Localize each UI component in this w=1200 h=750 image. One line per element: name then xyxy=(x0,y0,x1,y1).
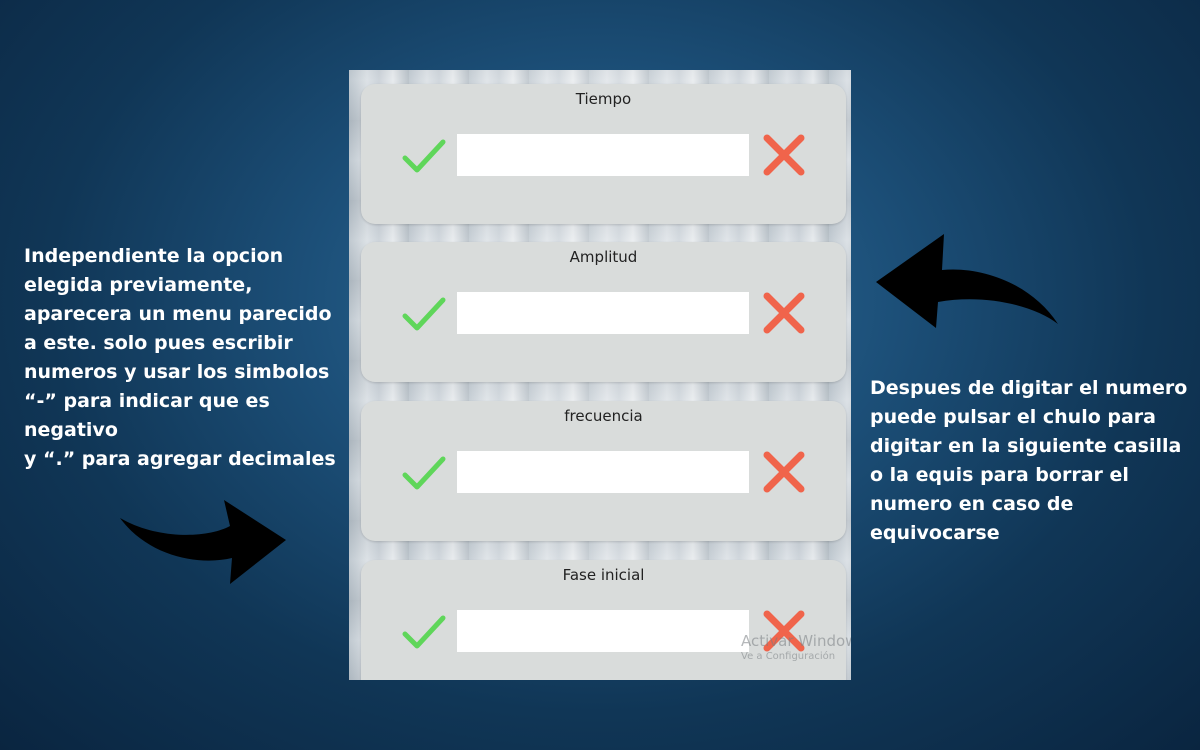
curved-arrow-right-icon xyxy=(120,500,286,584)
close-icon[interactable] xyxy=(761,132,807,178)
input-card-fase-inicial: Fase inicial xyxy=(361,560,846,680)
amplitud-input[interactable] xyxy=(457,292,749,334)
close-icon[interactable] xyxy=(761,290,807,336)
input-card-frecuencia: frecuencia xyxy=(361,401,846,541)
watermark-subtitle: Ve a Configuración xyxy=(741,651,836,662)
card-label: Amplitud xyxy=(569,248,638,266)
instructions-right-note: Despues de digitar el numero puede pulsa… xyxy=(870,377,1188,544)
check-icon[interactable] xyxy=(401,136,447,176)
card-label: Fase inicial xyxy=(562,566,645,584)
input-card-amplitud: Amplitud xyxy=(361,242,846,382)
check-icon[interactable] xyxy=(401,453,447,493)
card-label: Tiempo xyxy=(575,90,632,108)
input-card-tiempo: Tiempo xyxy=(361,84,846,224)
watermark-title: Activar Windows xyxy=(741,632,851,650)
windows-activation-watermark: Activar Windows Ve a Configuración xyxy=(741,632,851,662)
phone-screen: Tiempo Amplitud frecuencia Fase inicial xyxy=(349,70,851,680)
curved-arrow-left-icon xyxy=(876,234,1058,328)
tiempo-input[interactable] xyxy=(457,134,749,176)
close-icon[interactable] xyxy=(761,449,807,495)
fase-inicial-input[interactable] xyxy=(457,610,749,652)
instructions-left-note: Independiente la opcion elegida previame… xyxy=(24,245,336,470)
card-label: frecuencia xyxy=(564,407,643,425)
check-icon[interactable] xyxy=(401,612,447,652)
check-icon[interactable] xyxy=(401,294,447,334)
frecuencia-input[interactable] xyxy=(457,451,749,493)
